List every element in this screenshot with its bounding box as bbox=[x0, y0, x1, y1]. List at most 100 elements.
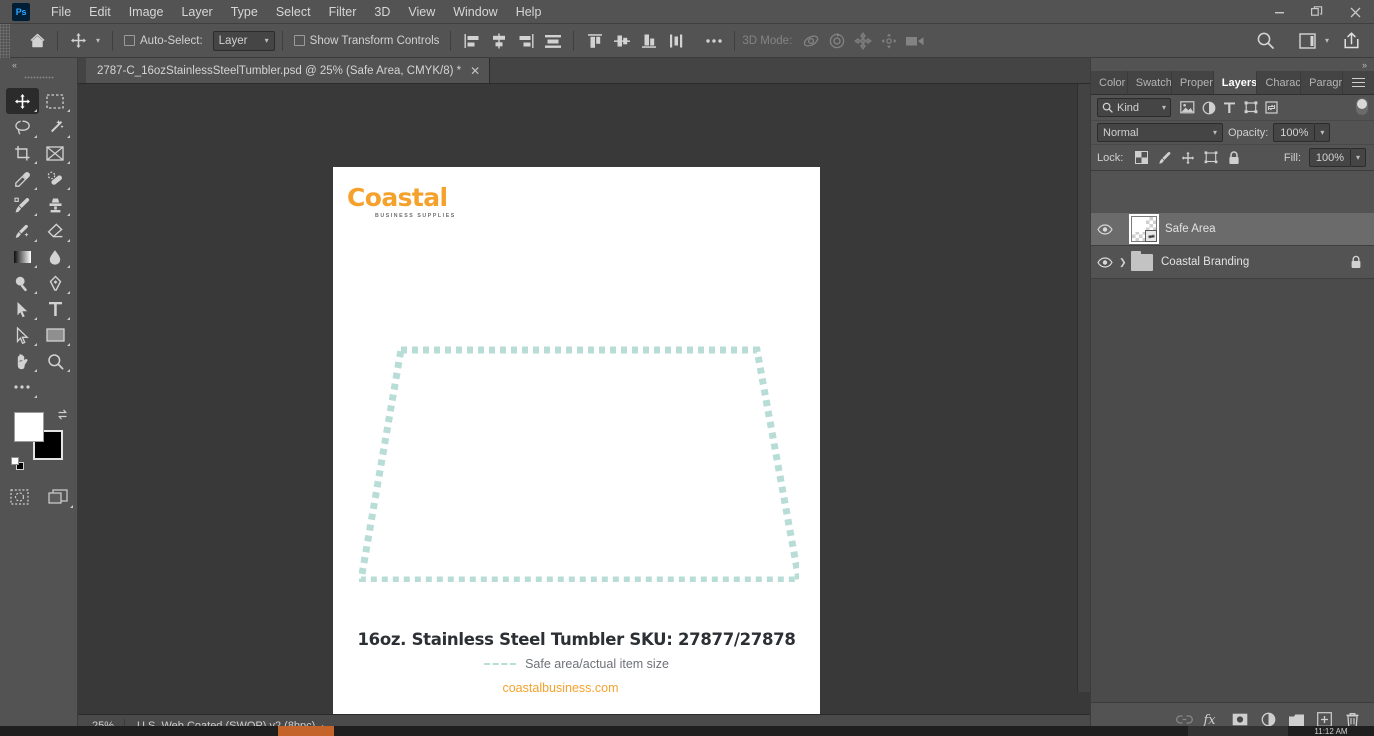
layer-name[interactable]: Safe Area bbox=[1165, 223, 1216, 235]
menu-item-help[interactable]: Help bbox=[507, 2, 551, 22]
lock-image-icon[interactable] bbox=[1155, 148, 1174, 167]
filter-type-icon[interactable] bbox=[1220, 98, 1239, 117]
close-icon[interactable]: ✕ bbox=[470, 65, 480, 77]
tab-color[interactable]: Color bbox=[1091, 71, 1128, 94]
lock-position-icon[interactable] bbox=[1178, 148, 1197, 167]
auto-select-target-dropdown[interactable]: Layer ▾ bbox=[212, 30, 275, 51]
type-tool[interactable] bbox=[39, 296, 72, 322]
minimize-icon[interactable] bbox=[1260, 0, 1298, 24]
opacity-chevron-down-icon[interactable]: ▾ bbox=[1315, 123, 1331, 142]
close-icon[interactable] bbox=[1336, 0, 1374, 24]
taskbar-apps-region[interactable] bbox=[334, 726, 1188, 736]
dodge-tool[interactable] bbox=[6, 270, 39, 296]
filter-shape-icon[interactable] bbox=[1241, 98, 1260, 117]
menu-item-file[interactable]: File bbox=[42, 2, 80, 22]
show-transform-controls-checkbox[interactable]: Show Transform Controls bbox=[290, 35, 444, 47]
tab-character[interactable]: Charac bbox=[1257, 71, 1302, 94]
filter-smart-object-icon[interactable] bbox=[1262, 98, 1281, 117]
show-transform-checkbox-box[interactable] bbox=[293, 35, 305, 46]
align-top-edges-icon[interactable] bbox=[581, 29, 608, 53]
folder-icon[interactable] bbox=[1131, 250, 1153, 271]
frame-tool[interactable] bbox=[39, 140, 72, 166]
toolbar-collapse-button[interactable]: « bbox=[0, 58, 77, 72]
safe-area-outline[interactable] bbox=[359, 322, 799, 582]
workspace-chevron-down-icon[interactable]: ▾ bbox=[1325, 36, 1329, 45]
eye-icon[interactable] bbox=[1091, 256, 1119, 268]
move-tool[interactable] bbox=[5, 88, 39, 114]
menu-item-window[interactable]: Window bbox=[444, 2, 506, 22]
crop-tool[interactable] bbox=[6, 140, 39, 166]
move-tool-options-chevron-down-icon[interactable]: ▾ bbox=[91, 29, 105, 53]
home-icon[interactable] bbox=[24, 29, 50, 53]
align-horizontal-centers-icon[interactable] bbox=[485, 29, 512, 53]
fill-field-group[interactable]: 100% ▾ bbox=[1309, 148, 1366, 167]
filter-adjustment-icon[interactable] bbox=[1199, 98, 1218, 117]
rectangle-tool[interactable] bbox=[39, 322, 72, 348]
swap-colors-icon[interactable] bbox=[56, 408, 69, 421]
panel-menu-icon[interactable] bbox=[1343, 71, 1374, 94]
table-row[interactable]: ❯ Coastal Branding bbox=[1091, 246, 1374, 279]
move-tool-icon[interactable] bbox=[65, 29, 91, 53]
lasso-tool[interactable] bbox=[6, 114, 39, 140]
tab-layers[interactable]: Layers bbox=[1213, 71, 1258, 94]
search-icon[interactable] bbox=[1253, 30, 1278, 52]
artboard[interactable]: Coastal BUSINESS SUPPLIES 16oz. Stainles… bbox=[333, 167, 820, 714]
chevron-right-icon[interactable]: ❯ bbox=[1119, 257, 1131, 268]
menu-item-type[interactable]: Type bbox=[222, 2, 267, 22]
gradient-tool[interactable] bbox=[6, 244, 39, 270]
menu-item-filter[interactable]: Filter bbox=[320, 2, 366, 22]
clone-stamp-tool[interactable] bbox=[39, 192, 72, 218]
quick-mask-icon[interactable] bbox=[3, 484, 36, 510]
options-bar-grip[interactable] bbox=[0, 23, 10, 58]
quick-selection-tool[interactable] bbox=[39, 114, 72, 140]
more-options-icon[interactable] bbox=[701, 29, 727, 53]
opacity-field-group[interactable]: 100% ▾ bbox=[1273, 123, 1331, 142]
menu-item-view[interactable]: View bbox=[399, 2, 444, 22]
lock-all-icon[interactable] bbox=[1224, 148, 1243, 167]
lock-artboard-icon[interactable] bbox=[1201, 148, 1220, 167]
document-tab[interactable]: 2787-C_16ozStainlessSteelTumbler.psd @ 2… bbox=[86, 58, 491, 83]
layer-name[interactable]: Coastal Branding bbox=[1161, 256, 1249, 268]
toolbar-grip[interactable] bbox=[23, 72, 54, 84]
eyedropper-tool[interactable] bbox=[6, 166, 39, 192]
tab-properties[interactable]: Proper bbox=[1172, 71, 1214, 94]
taskbar-system-tray[interactable] bbox=[1188, 726, 1288, 736]
restore-icon[interactable] bbox=[1298, 0, 1336, 24]
table-row[interactable]: Safe Area bbox=[1091, 213, 1374, 246]
dock-expand-button[interactable]: » bbox=[1091, 58, 1374, 71]
share-icon[interactable] bbox=[1339, 30, 1364, 52]
taskbar-left-region[interactable] bbox=[0, 726, 278, 736]
menu-item-3d[interactable]: 3D bbox=[365, 2, 399, 22]
tab-swatches[interactable]: Swatch bbox=[1128, 71, 1172, 94]
align-vertical-centers-icon[interactable] bbox=[608, 29, 635, 53]
taskbar-clock[interactable]: 11:12 AM bbox=[1288, 726, 1374, 736]
menu-item-select[interactable]: Select bbox=[267, 2, 320, 22]
canvas-vertical-scrollbar[interactable] bbox=[1077, 84, 1090, 692]
distribute-vertically-icon[interactable] bbox=[662, 29, 689, 53]
lock-transparency-icon[interactable] bbox=[1132, 148, 1151, 167]
rectangular-marquee-tool[interactable] bbox=[39, 88, 72, 114]
filter-kind-dropdown[interactable]: Kind ▾ bbox=[1097, 98, 1171, 117]
fill-chevron-down-icon[interactable]: ▾ bbox=[1351, 148, 1366, 167]
edit-toolbar-tool[interactable] bbox=[6, 374, 39, 400]
taskbar-active-app-button[interactable] bbox=[278, 726, 334, 736]
menu-item-layer[interactable]: Layer bbox=[172, 2, 221, 22]
default-colors-icon[interactable] bbox=[10, 457, 24, 470]
align-right-edges-icon[interactable] bbox=[512, 29, 539, 53]
direct-selection-tool[interactable] bbox=[6, 322, 39, 348]
filter-toggle-switch[interactable] bbox=[1355, 98, 1368, 117]
tab-paragraph[interactable]: Paragr bbox=[1301, 71, 1343, 94]
canvas-viewport[interactable]: Coastal BUSINESS SUPPLIES 16oz. Stainles… bbox=[78, 84, 1090, 714]
blur-tool[interactable] bbox=[39, 244, 72, 270]
filter-pixel-icon[interactable] bbox=[1178, 98, 1197, 117]
screen-mode-icon[interactable] bbox=[42, 484, 75, 510]
fill-value[interactable]: 100% bbox=[1309, 148, 1351, 167]
layer-thumbnail[interactable] bbox=[1129, 214, 1159, 244]
align-left-edges-icon[interactable] bbox=[458, 29, 485, 53]
eraser-tool[interactable] bbox=[39, 218, 72, 244]
opacity-value[interactable]: 100% bbox=[1273, 123, 1316, 142]
auto-select-checkbox-box[interactable] bbox=[124, 35, 135, 46]
menu-item-image[interactable]: Image bbox=[120, 2, 173, 22]
auto-select-checkbox[interactable]: Auto-Select: bbox=[120, 35, 207, 47]
zoom-tool[interactable] bbox=[39, 348, 72, 374]
